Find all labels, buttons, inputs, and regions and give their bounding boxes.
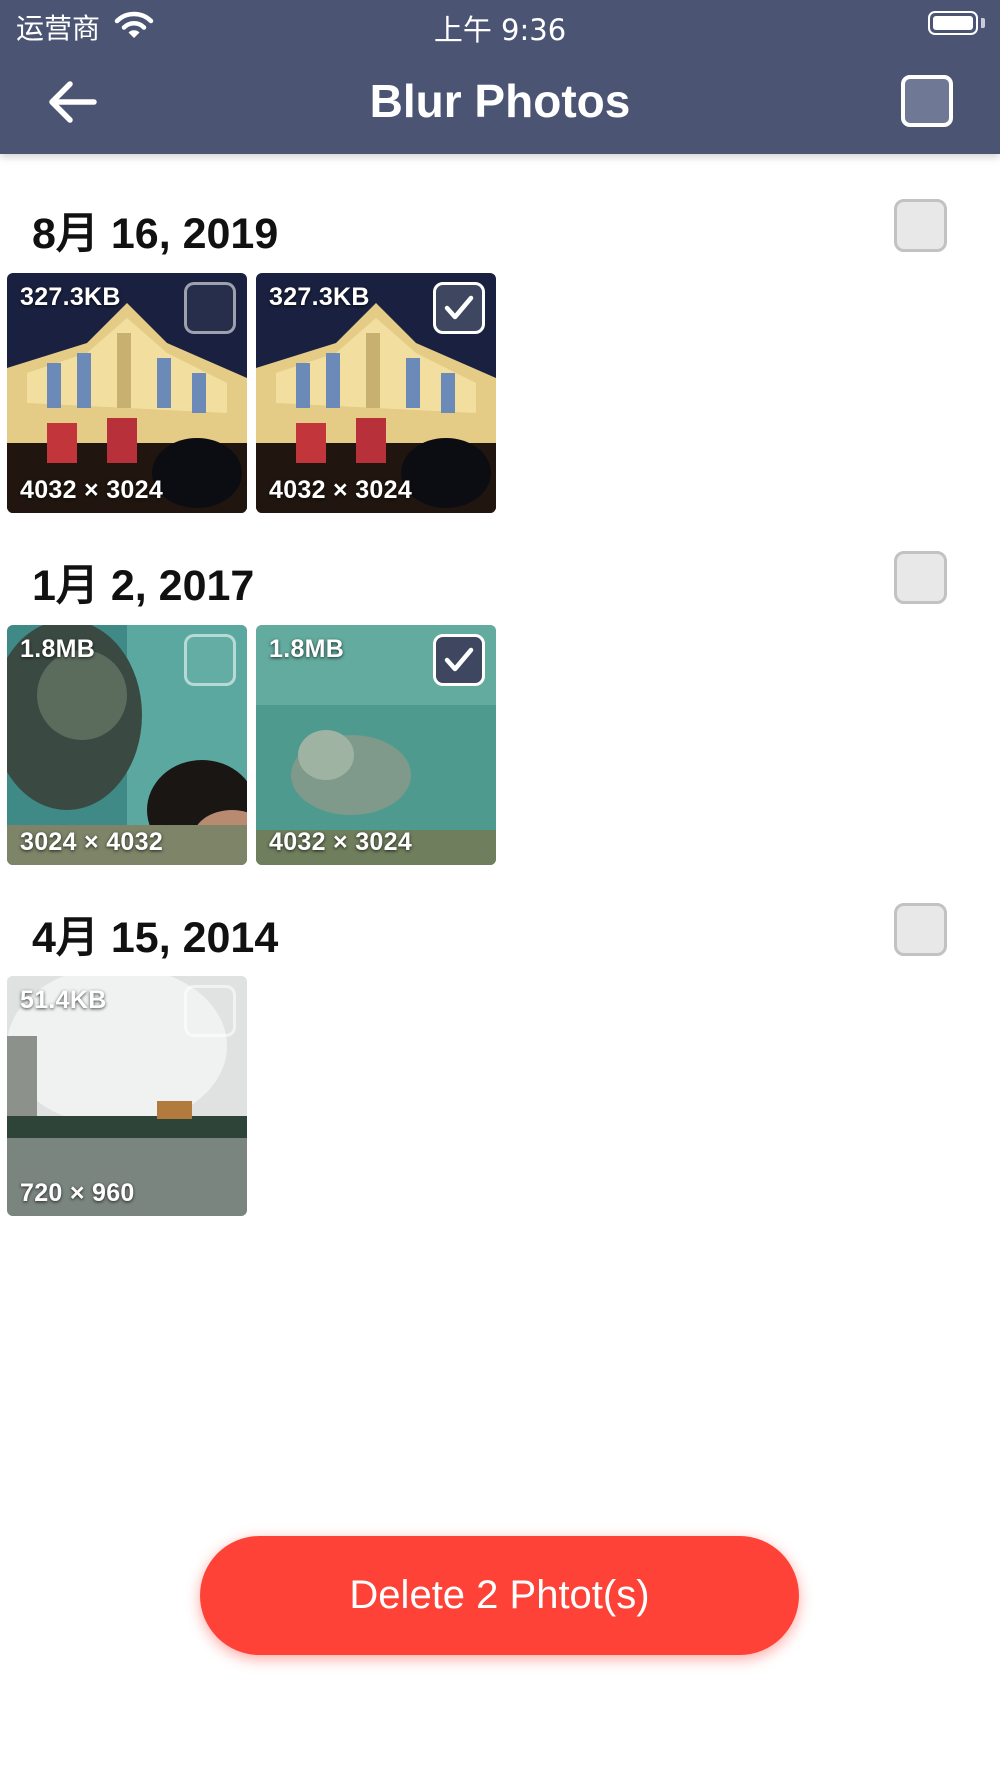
photo-thumbnail[interactable]: 1.8MB 4032 × 3024 — [256, 625, 496, 865]
photo-thumbnail[interactable]: 1.8MB 3024 × 4032 — [7, 625, 247, 865]
section-select-checkbox[interactable] — [894, 199, 947, 252]
battery-nub — [981, 18, 985, 28]
section-select-checkbox[interactable] — [894, 551, 947, 604]
photo-thumbnail[interactable]: 51.4KB 720 × 960 — [7, 976, 247, 1216]
section-date: 1月 2, 2017 — [32, 562, 255, 610]
photo-dimensions: 4032 × 3024 — [269, 828, 413, 856]
photo-file-size: 327.3KB — [20, 283, 121, 311]
section-date: 4月 15, 2014 — [32, 914, 279, 962]
checkmark-icon — [444, 647, 474, 672]
photo-select-checkbox[interactable] — [433, 634, 485, 686]
photo-dimensions: 4032 × 3024 — [20, 476, 164, 504]
status-time: 上午 9:36 — [433, 13, 567, 47]
photo-select-checkbox[interactable] — [433, 282, 485, 334]
select-all-checkbox[interactable] — [901, 75, 953, 127]
photo-dimensions: 4032 × 3024 — [269, 476, 413, 504]
section-date: 8月 16, 2019 — [32, 210, 279, 258]
photo-file-size: 51.4KB — [20, 986, 107, 1014]
photo-select-checkbox[interactable] — [184, 282, 236, 334]
page-title: Blur Photos — [369, 75, 631, 127]
checkmark-icon — [444, 295, 474, 320]
photo-file-size: 327.3KB — [269, 283, 370, 311]
delete-button[interactable]: Delete 2 Phtot(s) — [200, 1536, 799, 1655]
photo-file-size: 1.8MB — [20, 635, 96, 663]
photo-file-size: 1.8MB — [269, 635, 345, 663]
navigation-bar: 运营商 上午 9:36 Blur Photos — [0, 0, 1000, 154]
photo-select-checkbox[interactable] — [184, 634, 236, 686]
photo-thumbnail[interactable]: 327.3KB 4032 × 3024 — [256, 273, 496, 513]
section-select-checkbox[interactable] — [894, 903, 947, 956]
status-bar: 运营商 上午 9:36 — [0, 0, 1000, 50]
battery-icon — [928, 11, 978, 35]
photo-thumbnail[interactable]: 327.3KB 4032 × 3024 — [7, 273, 247, 513]
photo-dimensions: 3024 × 4032 — [20, 828, 164, 856]
photo-select-checkbox[interactable] — [184, 985, 236, 1037]
photo-dimensions: 720 × 960 — [20, 1179, 135, 1207]
